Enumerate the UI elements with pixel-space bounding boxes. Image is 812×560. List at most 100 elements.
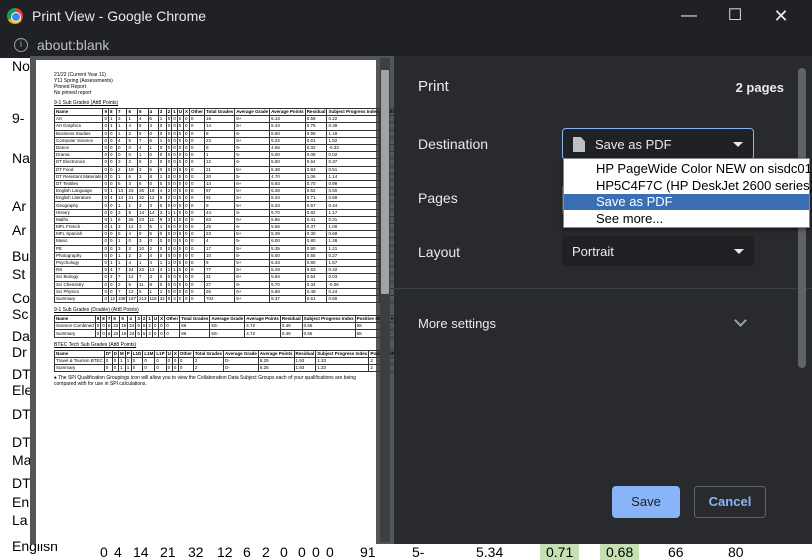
column-header: Residual — [279, 315, 303, 324]
table-row: Sci Chemistry 0 0 2 6 11 8 0 0 0 0 0 0 27 6- 5.70 0.34 -0… — [53, 280, 394, 289]
column-header: 4 — [147, 107, 159, 117]
minimize-button[interactable]: — — [676, 4, 702, 28]
column-header: Average Grade — [234, 107, 271, 117]
destination-label: Destination — [418, 136, 489, 152]
table-cell: 13 — [115, 187, 128, 196]
destination-option[interactable]: See more... — [564, 211, 809, 227]
destination-option[interactable]: HP5C4F7C (HP DeskJet 2600 series) — [564, 178, 812, 194]
table-cell: 1 — [115, 129, 128, 138]
table-cell: 5- — [234, 237, 271, 246]
settings-scrollbar[interactable] — [798, 60, 806, 540]
table-row: Psychology01141411000095+5.330.801.5798 — [53, 258, 394, 268]
table-cell: 0 — [154, 363, 167, 373]
table-cell: 0 — [189, 230, 206, 239]
btec-grades-table: Name D* D M P L1D L1M L1P U X Other Total Grades Ave… — [54, 349, 394, 373]
table-cell: 0 — [189, 143, 206, 153]
table-cell: 197 — [126, 294, 138, 304]
address-bar: i about:blank — [0, 32, 812, 58]
table-cell: 0 — [157, 280, 167, 289]
table-cell: DT Textiles — [53, 179, 104, 189]
table-cell: 5.29 — [269, 266, 306, 275]
table-cell: 0 — [107, 208, 117, 217]
table-cell: MFL Spanish — [53, 230, 104, 239]
table-cell: 5.88 — [269, 287, 306, 296]
table-cell: 0 — [189, 136, 206, 145]
table-cell: 0 — [103, 356, 113, 366]
table-cell: DT Resistant Materials — [53, 172, 104, 181]
table-cell: 5- — [234, 151, 271, 160]
expand-chevron-icon[interactable] — [734, 314, 747, 327]
column-header: 6 — [126, 107, 138, 117]
table-cell: Summary — [54, 363, 105, 373]
table-cell: 0 — [107, 143, 117, 153]
table-cell: 0.39 — [326, 122, 381, 131]
column-header: M — [118, 349, 126, 358]
table-cell: 0 — [189, 129, 206, 138]
table-cell: 3 — [137, 201, 149, 210]
column-header: Other — [164, 315, 181, 324]
destination-select[interactable]: Save as PDF — [562, 128, 754, 160]
table-cell: 87 — [204, 187, 236, 196]
table-cell: 4 — [147, 258, 159, 268]
table-cell: 1.33 — [315, 356, 370, 366]
table-cell: 5 — [137, 129, 149, 138]
table-cell: 4 — [107, 194, 117, 203]
cancel-button[interactable]: Cancel — [694, 486, 766, 518]
table-cell: 3 — [157, 208, 167, 217]
chevron-down-icon — [734, 249, 744, 254]
table-cell: Travel & Tourism BTEC — [54, 356, 105, 366]
table-cell: 0 — [107, 280, 117, 289]
table-row: Science Combined 0 0 6 22 18 24 6 6 2 0 0 0 86 5S- 4.72… — [54, 322, 394, 331]
table-cell: 5- — [234, 172, 271, 181]
table-cell: 0 — [177, 356, 194, 366]
table-cell: 2 — [126, 251, 138, 260]
url-text: about:blank — [37, 37, 110, 53]
table-cell: 5.37 — [269, 294, 306, 304]
table-cell: 4 — [126, 258, 138, 268]
close-button[interactable]: ✕ — [768, 4, 794, 28]
table2-caption: 9-1 Sub Grades (Double) (Att8 Points) — [54, 307, 139, 314]
info-icon[interactable]: i — [14, 38, 28, 52]
table-cell: 5S- — [209, 322, 246, 331]
table-cell: Sci Biology — [53, 273, 104, 282]
destination-option[interactable]: HP PageWide Color NEW on sisdc01 — [564, 161, 812, 177]
maximize-button[interactable]: ☐ — [722, 4, 748, 28]
table-cell: 12 — [107, 294, 117, 304]
table-cell: 0 — [189, 294, 206, 304]
table-cell: 0.54 — [304, 273, 328, 282]
table-cell: 0.57 — [304, 201, 328, 210]
table-cell: 6 — [147, 115, 159, 124]
column-header: Average Grade — [209, 315, 246, 324]
table-cell: 0 — [107, 237, 117, 246]
save-button[interactable]: Save — [612, 486, 680, 518]
table-cell: 5+ — [234, 194, 271, 203]
table-row: Summary 0 0 6 22 18 24 6 6 2 0 0 0 86 5S- 4.72 0.49 0.66 5… — [54, 329, 394, 338]
table-cell: 11 — [137, 280, 149, 289]
table-cell: History — [53, 208, 104, 217]
spi-footnote-text: The SPI Qualification Groupings icon wil… — [54, 375, 356, 388]
table-cell: 24 — [126, 266, 138, 275]
preview-scroll-thumb[interactable] — [381, 70, 389, 294]
table-cell: 0.68 — [326, 230, 381, 239]
table-cell: 12 — [126, 222, 138, 232]
table-cell: 4 — [157, 266, 167, 275]
more-settings[interactable]: More settings — [418, 316, 496, 331]
table-cell: 1 — [107, 215, 117, 225]
preview-page: 21/22 (Current Year 11) Y11 Spring (Asses… — [36, 60, 394, 544]
table-cell: 0 — [147, 237, 159, 246]
layout-select[interactable]: Portrait — [562, 236, 754, 266]
table-cell: 2 — [126, 158, 138, 167]
table-cell: 5.00 — [269, 151, 306, 160]
table-cell: 14 — [115, 194, 128, 203]
destination-option[interactable]: Save as PDF — [564, 194, 809, 210]
table-cell: 4 — [204, 237, 236, 246]
table-cell: 26 — [204, 287, 236, 296]
table-cell: 8 — [126, 208, 138, 217]
table-row: Geography00113300000095+5.330.570.4479 — [53, 201, 394, 210]
table-row: Computer Science 0 0 4 5 7 6 1 0 0 0 0 0 23 5+ 5.22 0.61… — [53, 136, 394, 145]
table-cell: 1 — [204, 151, 236, 160]
table-cell: 4 — [126, 122, 138, 131]
table-cell: 0 — [189, 179, 206, 189]
table-cell: 1 — [118, 356, 126, 366]
table-cell: 0 — [189, 201, 206, 210]
